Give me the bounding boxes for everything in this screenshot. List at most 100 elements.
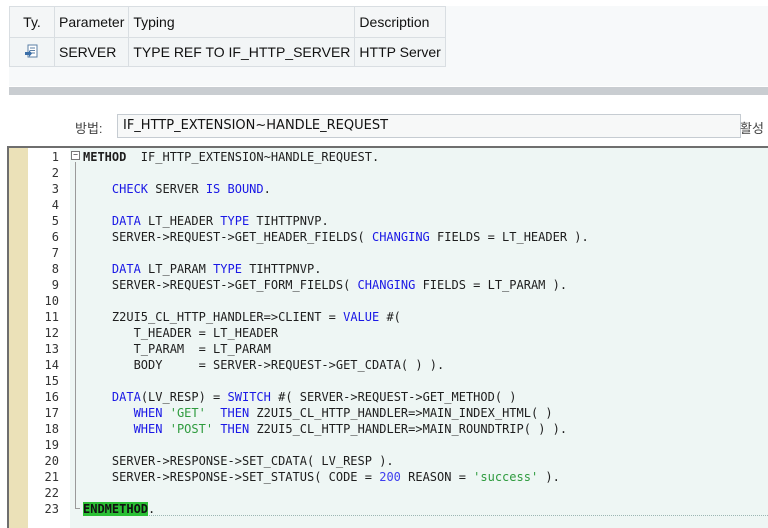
- parameter-table-header: Ty. Parameter Typing Description: [9, 6, 446, 38]
- code-line[interactable]: 2: [9, 165, 768, 181]
- code-keyword: WHEN: [133, 406, 163, 420]
- code-token: Z2UI5_CL_HTTP_HANDLER=>CLIENT =: [83, 310, 344, 324]
- code-token: FIELDS = LT_HEADER ).: [429, 230, 589, 244]
- code-line[interactable]: 22: [9, 485, 768, 501]
- code-token: SERVER: [148, 182, 206, 196]
- code-text[interactable]: BODY = SERVER->REQUEST->GET_CDATA( ) ).: [83, 357, 445, 373]
- code-token: (LV_RESP) =: [140, 390, 228, 404]
- code-token: SERVER->RESPONSE->SET_STATUS( CODE =: [83, 470, 380, 484]
- code-line[interactable]: 23 ENDMETHOD.: [9, 501, 768, 517]
- code-text[interactable]: METHOD IF_HTTP_EXTENSION~HANDLE_REQUEST.: [83, 149, 379, 165]
- method-name-field[interactable]: IF_HTTP_EXTENSION~HANDLE_REQUEST: [117, 114, 741, 138]
- column-header-typing[interactable]: Typing: [128, 6, 356, 38]
- code-lines[interactable]: 1 METHOD IF_HTTP_EXTENSION~HANDLE_REQUEST…: [9, 149, 768, 517]
- line-number: 12: [44, 326, 59, 340]
- code-text[interactable]: SERVER->RESPONSE->SET_CDATA( LV_RESP ).: [83, 453, 394, 469]
- line-number: 8: [51, 262, 59, 276]
- code-keyword: IS BOUND: [205, 182, 264, 196]
- code-token: Z2UI5_CL_HTTP_HANDLER=>MAIN_INDEX_HTML( …: [249, 406, 553, 420]
- code-keyword: CHANGING: [357, 278, 416, 292]
- code-token: .: [263, 182, 271, 196]
- parameter-type-cell[interactable]: [9, 37, 55, 67]
- code-keyword: CHECK: [111, 182, 149, 196]
- code-line[interactable]: 3 CHECK SERVER IS BOUND.: [9, 181, 768, 197]
- code-line[interactable]: 16 DATA(LV_RESP) = SWITCH #( SERVER->REQ…: [9, 389, 768, 405]
- line-number: 20: [44, 454, 59, 468]
- code-text[interactable]: WHEN 'GET' THEN Z2UI5_CL_HTTP_HANDLER=>M…: [83, 405, 553, 421]
- code-line[interactable]: 5 DATA LT_HEADER TYPE TIHTTPNVP.: [9, 213, 768, 229]
- code-token: SERVER->REQUEST->GET_FORM_FIELDS(: [83, 278, 358, 292]
- code-text[interactable]: T_HEADER = LT_HEADER: [83, 325, 279, 341]
- code-token: Z2UI5_CL_HTTP_HANDLER=>MAIN_ROUNDTRIP( )…: [249, 422, 568, 436]
- line-number: 22: [44, 486, 59, 500]
- code-text[interactable]: T_PARAM = LT_PARAM: [83, 341, 271, 357]
- parameter-description-cell[interactable]: HTTP Server: [354, 37, 446, 67]
- code-line[interactable]: 13 T_PARAM = LT_PARAM: [9, 341, 768, 357]
- parameter-table: Ty. Parameter Typing Description SERVER …: [9, 6, 446, 67]
- code-token: #(: [379, 310, 401, 324]
- code-line[interactable]: 15: [9, 373, 768, 389]
- code-text[interactable]: SERVER->REQUEST->GET_FORM_FIELDS( CHANGI…: [83, 277, 567, 293]
- table-row[interactable]: SERVER TYPE REF TO IF_HTTP_SERVER HTTP S…: [9, 37, 446, 67]
- code-line[interactable]: 6 SERVER->REQUEST->GET_HEADER_FIELDS( CH…: [9, 229, 768, 245]
- line-number: 4: [51, 198, 59, 212]
- line-number: 14: [44, 358, 59, 372]
- code-text[interactable]: DATA LT_PARAM TYPE TIHTTPNVP.: [83, 261, 322, 277]
- code-line[interactable]: 12 T_HEADER = LT_HEADER: [9, 325, 768, 341]
- code-token: #( SERVER->REQUEST->GET_METHOD( ): [270, 390, 517, 404]
- code-text[interactable]: SERVER->RESPONSE->SET_STATUS( CODE = 200…: [83, 469, 560, 485]
- code-keyword: THEN: [220, 422, 250, 436]
- code-editor[interactable]: − 1 METHOD IF_HTTP_EXTENSION~HANDLE_REQUE…: [7, 146, 768, 528]
- code-line[interactable]: 7: [9, 245, 768, 261]
- code-text[interactable]: SERVER->REQUEST->GET_HEADER_FIELDS( CHAN…: [83, 229, 589, 245]
- code-line[interactable]: 20 SERVER->RESPONSE->SET_CDATA( LV_RESP …: [9, 453, 768, 469]
- code-text[interactable]: Z2UI5_CL_HTTP_HANDLER=>CLIENT = VALUE #(: [83, 309, 401, 325]
- code-line[interactable]: 17 WHEN 'GET' THEN Z2UI5_CL_HTTP_HANDLER…: [9, 405, 768, 421]
- column-header-parameter[interactable]: Parameter: [53, 6, 130, 38]
- code-line[interactable]: 18 WHEN 'POST' THEN Z2UI5_CL_HTTP_HANDLE…: [9, 421, 768, 437]
- line-number: 9: [51, 278, 59, 292]
- line-number: 21: [44, 470, 59, 484]
- code-line[interactable]: 1 METHOD IF_HTTP_EXTENSION~HANDLE_REQUEST…: [9, 149, 768, 165]
- code-keyword: SWITCH: [227, 390, 271, 404]
- code-keyword: CHANGING: [371, 230, 430, 244]
- code-string: 'success': [473, 470, 539, 484]
- code-line[interactable]: 14 BODY = SERVER->REQUEST->GET_CDATA( ) …: [9, 357, 768, 373]
- code-text[interactable]: DATA LT_HEADER TYPE TIHTTPNVP.: [83, 213, 329, 229]
- code-text[interactable]: DATA(LV_RESP) = SWITCH #( SERVER->REQUES…: [83, 389, 517, 405]
- code-line[interactable]: 10: [9, 293, 768, 309]
- column-header-ty[interactable]: Ty.: [9, 6, 55, 38]
- code-line[interactable]: 8 DATA LT_PARAM TYPE TIHTTPNVP.: [9, 261, 768, 277]
- code-text[interactable]: WHEN 'POST' THEN Z2UI5_CL_HTTP_HANDLER=>…: [83, 421, 568, 437]
- code-keyword: DATA: [111, 214, 141, 228]
- code-line[interactable]: 19: [9, 437, 768, 453]
- code-token: BODY = SERVER->REQUEST->GET_CDATA( ) ).: [83, 358, 445, 372]
- parameter-name-cell[interactable]: SERVER: [53, 37, 130, 67]
- code-endmethod-keyword: ENDMETHOD: [83, 502, 149, 516]
- code-string: 'GET': [169, 406, 206, 420]
- code-token: SERVER->REQUEST->GET_HEADER_FIELDS(: [83, 230, 372, 244]
- code-keyword: DATA: [111, 390, 141, 404]
- code-token: TIHTTPNVP.: [249, 214, 329, 228]
- line-number: 13: [44, 342, 59, 356]
- code-token: IF_HTTP_EXTENSION~HANDLE_REQUEST.: [126, 150, 380, 164]
- line-number: 7: [51, 246, 59, 260]
- code-text[interactable]: CHECK SERVER IS BOUND.: [83, 181, 271, 197]
- line-number: 6: [51, 230, 59, 244]
- code-text[interactable]: ENDMETHOD.: [83, 501, 155, 517]
- parameter-typing-cell[interactable]: TYPE REF TO IF_HTTP_SERVER: [128, 37, 356, 67]
- column-header-description[interactable]: Description: [354, 6, 446, 38]
- line-number: 19: [44, 438, 59, 452]
- method-status-label: 활성: [740, 121, 764, 136]
- code-line[interactable]: 9 SERVER->REQUEST->GET_FORM_FIELDS( CHAN…: [9, 277, 768, 293]
- code-keyword: THEN: [220, 406, 250, 420]
- line-number: 23: [44, 502, 59, 516]
- code-line[interactable]: 21 SERVER->RESPONSE->SET_STATUS( CODE = …: [9, 469, 768, 485]
- code-line[interactable]: 11 Z2UI5_CL_HTTP_HANDLER=>CLIENT = VALUE…: [9, 309, 768, 325]
- code-line[interactable]: 4: [9, 197, 768, 213]
- line-number: 10: [44, 294, 59, 308]
